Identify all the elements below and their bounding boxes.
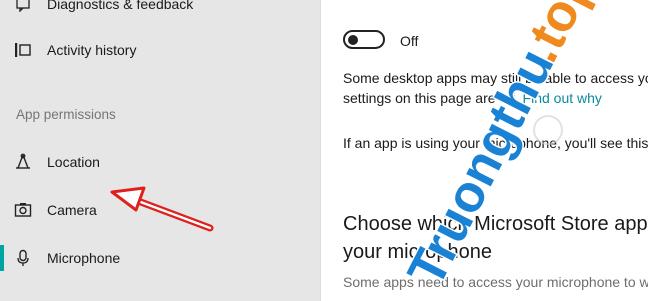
sidebar-item-label: Diagnostics & feedback: [47, 0, 194, 12]
settings-sidebar: Diagnostics & feedback Activity history …: [0, 0, 321, 301]
settings-content: Off Some desktop apps may still be able …: [321, 0, 648, 301]
sidebar-item-location[interactable]: Location: [0, 140, 320, 184]
section-header-app-permissions: App permissions: [16, 107, 116, 122]
microphone-access-toggle[interactable]: [343, 30, 385, 49]
timeline-icon: [14, 41, 32, 59]
heading-line2: your microphone: [343, 241, 492, 263]
location-icon: [14, 153, 32, 171]
desktop-apps-note-line2: settings on this page are off. Find out …: [343, 88, 602, 108]
microphone-icon: [14, 249, 32, 267]
heading-line1: Choose which Microsoft Store app: [343, 213, 648, 235]
sidebar-item-label: Activity history: [47, 42, 137, 58]
desktop-apps-note-text: settings on this page are off.: [343, 90, 519, 106]
sidebar-item-label: Location: [47, 154, 100, 170]
store-apps-heading: Choose which Microsoft Store app your mi…: [343, 210, 648, 266]
desktop-apps-note-line1: Some desktop apps may still be able to a…: [343, 70, 648, 86]
sidebar-item-microphone[interactable]: Microphone: [0, 236, 320, 280]
sidebar-item-label: Microphone: [47, 250, 121, 266]
camera-icon: [14, 201, 32, 219]
sidebar-item-diagnostics-feedback[interactable]: Diagnostics & feedback: [0, 0, 320, 26]
feedback-icon: [14, 0, 32, 13]
app-using-microphone-note: If an app is using your microphone, you'…: [343, 135, 648, 151]
annotation-arrow: [110, 186, 214, 232]
sidebar-item-label: Camera: [47, 202, 97, 218]
toggle-state-label: Off: [400, 33, 419, 49]
toggle-knob: [348, 34, 358, 45]
store-apps-description: Some apps need to access your microphone…: [343, 274, 648, 290]
find-out-why-link[interactable]: Find out why: [523, 90, 602, 106]
sidebar-item-activity-history[interactable]: Activity history: [0, 28, 320, 72]
